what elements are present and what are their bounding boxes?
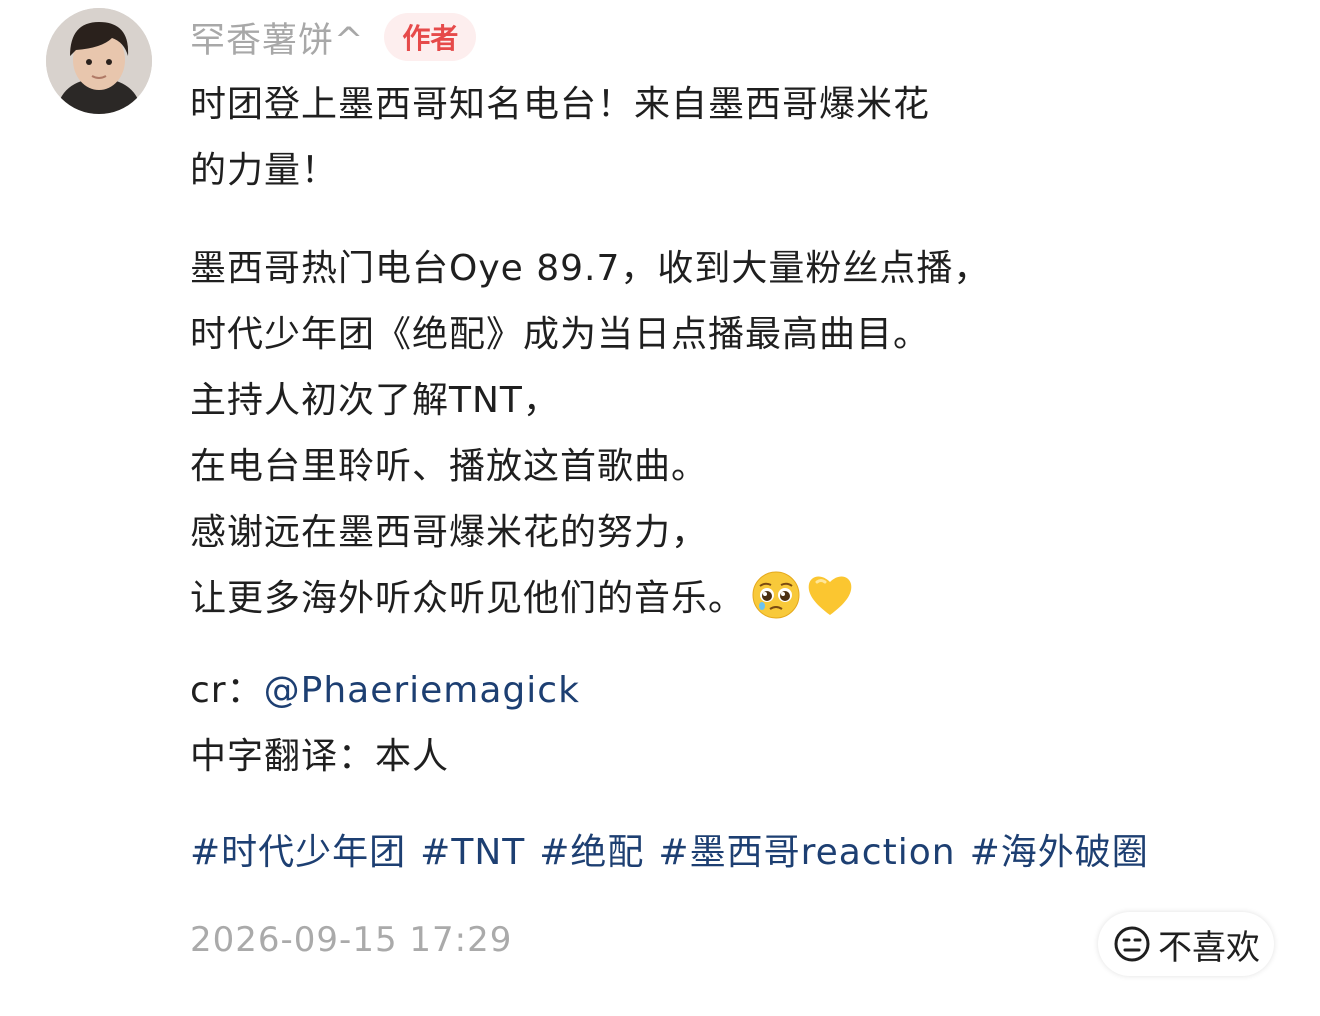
post-text-line: 感谢远在墨西哥爆米花的努力， (190, 512, 709, 553)
post-text-line: 主持人初次了解TNT， (190, 380, 560, 421)
author-badge: 作者 (384, 13, 477, 61)
hashtag-link[interactable]: #时代少年团 (190, 832, 406, 873)
hashtag-link[interactable]: #TNT (420, 832, 525, 873)
credit-line: cr：@Phaeriemagick (190, 658, 1270, 724)
post-text-line: 墨西哥热门电台Oye 89.7，收到大量粉丝点播， (190, 248, 991, 289)
post-text-line: 的力量！ (190, 150, 339, 191)
hashtag-link[interactable]: #墨西哥reaction (658, 832, 955, 873)
neutral-face-icon (1114, 926, 1150, 962)
dislike-button[interactable]: 不喜欢 (1098, 912, 1274, 976)
post-text-line-with-emoji: 让更多海外听众听见他们的音乐。 (190, 566, 1270, 632)
credit-prefix: cr： (190, 670, 264, 711)
hashtag-list: #时代少年团 #TNT #绝配 #墨西哥reaction #海外破圈 (190, 820, 1270, 886)
avatar-image (46, 8, 152, 114)
hashtag-link[interactable]: #海外破圈 (970, 832, 1149, 873)
dislike-label: 不喜欢 (1158, 927, 1260, 968)
post-body: 时团登上墨西哥知名电台！来自墨西哥爆米花 的力量！ 墨西哥热门电台Oye 89.… (190, 72, 1270, 886)
avatar[interactable] (46, 8, 152, 114)
post-header: 罕香薯饼^ 作者 (190, 10, 477, 64)
post-text-line: 时团登上墨西哥知名电台！来自墨西哥爆米花 (190, 84, 931, 125)
translation-line: 中字翻译：本人 (190, 736, 450, 777)
post-timestamp: 2026-09-15 17:29 (190, 920, 513, 960)
post-text-line: 时代少年团《绝配》成为当日点播最高曲目。 (190, 314, 931, 355)
username[interactable]: 罕香薯饼^ (190, 12, 364, 63)
post-text-line: 在电台里聆听、播放这首歌曲。 (190, 446, 709, 487)
yellow-heart-emoji (808, 576, 852, 615)
hashtag-link[interactable]: #绝配 (539, 832, 644, 873)
pleading-face-emoji (752, 571, 800, 619)
post-text: 让更多海外听众听见他们的音乐。 (190, 578, 746, 619)
mention-link[interactable]: @Phaeriemagick (264, 670, 580, 711)
